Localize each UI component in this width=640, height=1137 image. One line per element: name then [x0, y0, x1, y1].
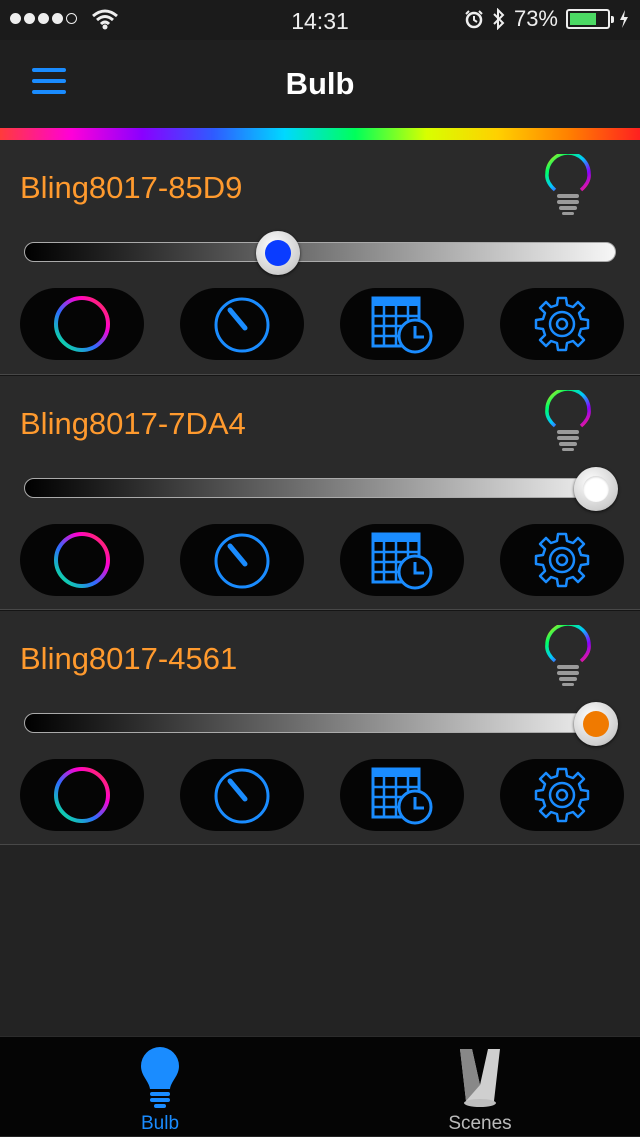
bulb-card: Bling8017-85D9: [0, 140, 640, 375]
bulb-card: Bling8017-7DA4: [0, 375, 640, 610]
alarm-icon: [465, 10, 483, 29]
timer-button[interactable]: [180, 759, 304, 831]
battery-icon: [566, 9, 614, 29]
color-wheel-icon: [54, 296, 110, 352]
bulb-tab-icon: [141, 1047, 179, 1108]
tab-bulb-label: Bulb: [140, 1113, 180, 1134]
settings-button[interactable]: [500, 759, 624, 831]
gear-icon: [534, 296, 590, 352]
status-bar: 14:31 73%: [0, 0, 640, 40]
bulb-list: Bling8017-85D9 Bling8017-7DA4 Bling8017-…: [0, 140, 640, 845]
tab-scenes-label: Scenes: [448, 1113, 512, 1134]
schedule-button[interactable]: [340, 759, 464, 831]
calendar-clock-icon: [371, 767, 433, 825]
calendar-clock-icon: [371, 296, 433, 354]
timer-button[interactable]: [180, 288, 304, 360]
timer-icon: [214, 768, 270, 824]
bulb-name: Bling8017-85D9: [20, 170, 243, 205]
slider-thumb[interactable]: [574, 702, 618, 746]
timer-icon: [214, 297, 270, 353]
bulb-color-icon[interactable]: [540, 390, 596, 454]
bulb-color-icon[interactable]: [540, 154, 596, 218]
bulb-color-icon[interactable]: [540, 625, 596, 689]
tab-bulb[interactable]: Bulb: [0, 1037, 320, 1137]
slider-track: [24, 242, 616, 262]
color-wheel-button[interactable]: [20, 759, 144, 831]
battery-percent: 73%: [513, 6, 558, 31]
brightness-slider[interactable]: [24, 467, 618, 511]
tab-scenes[interactable]: Scenes: [320, 1037, 640, 1137]
bulb-name: Bling8017-4561: [20, 641, 238, 676]
schedule-button[interactable]: [340, 524, 464, 596]
charging-icon: [620, 10, 628, 28]
color-wheel-icon: [54, 767, 110, 823]
slider-track: [24, 478, 616, 498]
brightness-slider[interactable]: [24, 702, 618, 746]
bluetooth-icon: [493, 8, 505, 30]
nav-bar: Bulb: [0, 40, 640, 128]
bulb-name: Bling8017-7DA4: [20, 406, 246, 441]
slider-track: [24, 713, 616, 733]
gear-icon: [534, 532, 590, 588]
settings-button[interactable]: [500, 288, 624, 360]
settings-button[interactable]: [500, 524, 624, 596]
timer-icon: [214, 533, 270, 589]
calendar-clock-icon: [371, 532, 433, 590]
timer-button[interactable]: [180, 524, 304, 596]
color-wheel-button[interactable]: [20, 288, 144, 360]
color-wheel-icon: [54, 532, 110, 588]
bulb-card: Bling8017-4561: [0, 610, 640, 845]
tab-bar: Bulb Scenes: [0, 1036, 640, 1136]
slider-thumb[interactable]: [256, 231, 300, 275]
slider-thumb[interactable]: [574, 467, 618, 511]
brightness-slider[interactable]: [24, 231, 616, 275]
schedule-button[interactable]: [340, 288, 464, 360]
color-wheel-button[interactable]: [20, 524, 144, 596]
gear-icon: [534, 767, 590, 823]
rainbow-divider: [0, 128, 640, 140]
scenes-spotlight-icon: [460, 1049, 500, 1107]
page-title: Bulb: [285, 66, 355, 101]
